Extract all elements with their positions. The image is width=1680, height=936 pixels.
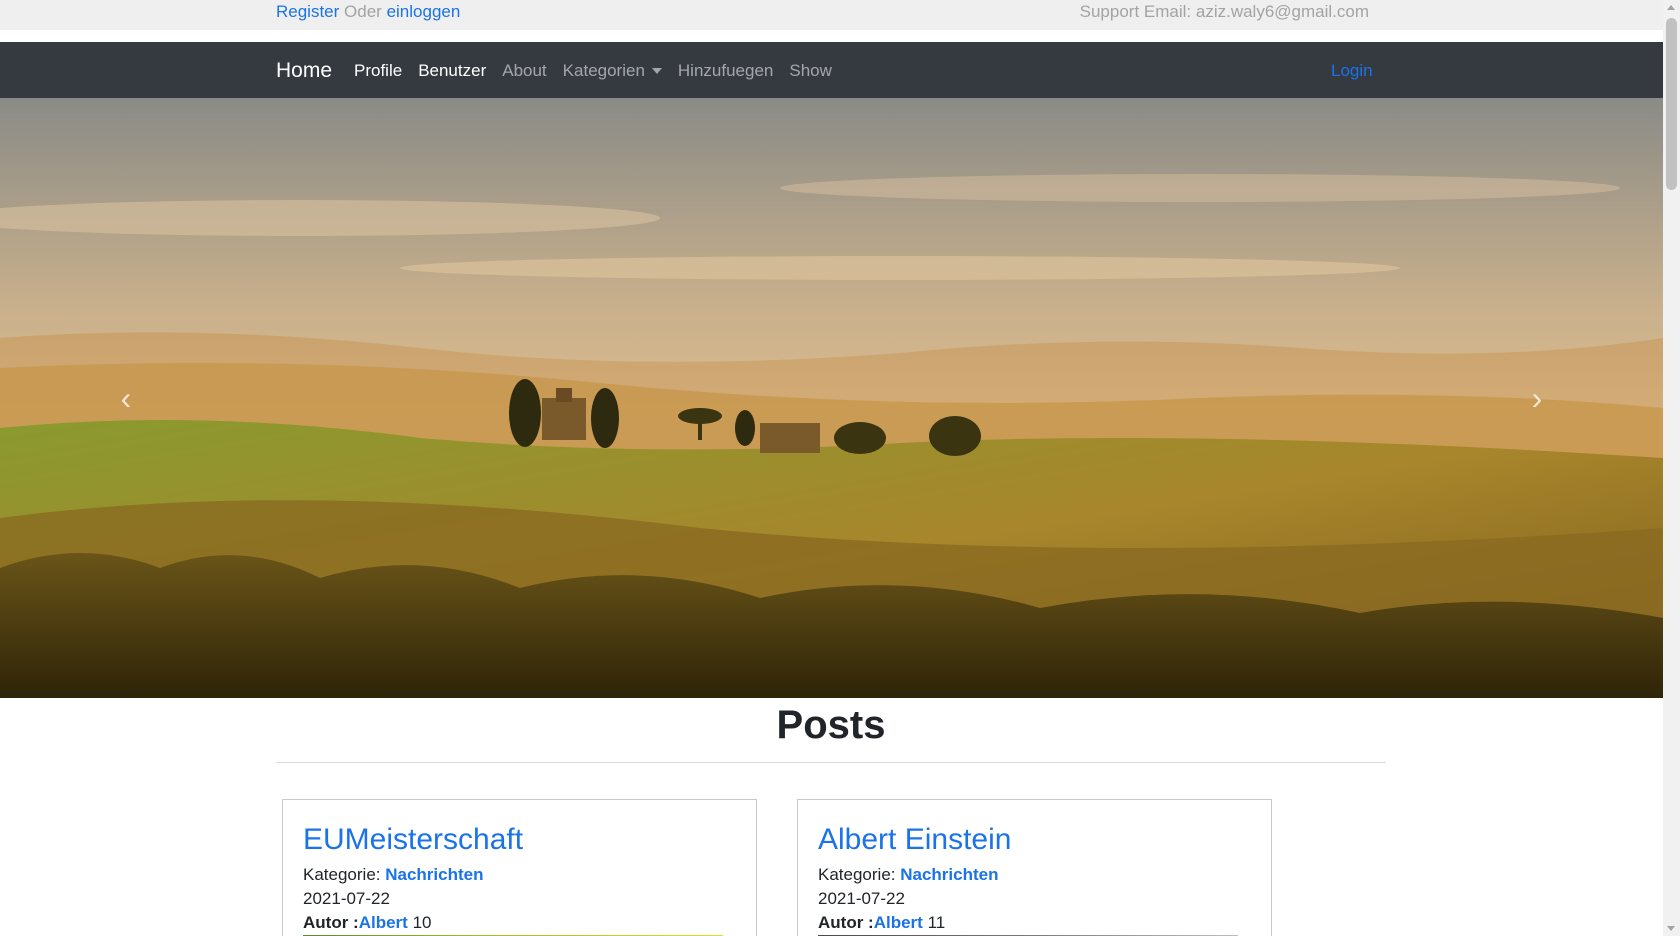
- scroll-down-arrow-icon[interactable]: [1667, 926, 1675, 931]
- chevron-right-icon: ›: [1531, 380, 1543, 416]
- category-link[interactable]: Nachrichten: [900, 865, 998, 884]
- nav-item-show[interactable]: Show: [789, 59, 832, 83]
- category-link[interactable]: Nachrichten: [385, 865, 483, 884]
- main-navbar: Home Profile Benutzer About Kategorien H…: [0, 42, 1663, 98]
- nav-item-benutzer[interactable]: Benutzer: [418, 59, 486, 83]
- author-suffix: 11: [927, 913, 946, 932]
- post-card: EUMeisterschaft Kategorie: Nachrichten 2…: [282, 799, 757, 936]
- category-label: Kategorie:: [818, 865, 896, 884]
- carousel-next-button[interactable]: ›: [1522, 380, 1552, 416]
- carousel-prev-button[interactable]: ‹: [111, 380, 141, 416]
- scroll-up-arrow-icon[interactable]: [1667, 5, 1675, 10]
- einloggen-link[interactable]: einloggen: [387, 2, 461, 21]
- or-text: Oder: [344, 2, 382, 21]
- nav-item-hinzufuegen[interactable]: Hinzufuegen: [678, 59, 773, 83]
- post-card: Albert Einstein Kategorie: Nachrichten 2…: [797, 799, 1272, 936]
- register-link[interactable]: Register: [276, 2, 339, 21]
- posts-heading: Posts: [776, 703, 886, 747]
- top-utility-bar: Register Oder einloggen Support Email: a…: [0, 0, 1663, 30]
- author-label: Autor :: [818, 913, 874, 932]
- login-link[interactable]: Login: [1331, 59, 1373, 83]
- divider: [276, 762, 1386, 763]
- nav-links: Profile Benutzer About Kategorien Hinzuf…: [354, 59, 848, 83]
- nav-item-kategorien-label: Kategorien: [562, 61, 645, 80]
- post-author: Autor :Albert 11: [818, 912, 945, 934]
- author-suffix: 10: [412, 913, 432, 932]
- post-category: Kategorie: Nachrichten: [303, 864, 483, 886]
- auth-links: Register Oder einloggen: [276, 0, 460, 24]
- author-link[interactable]: Albert: [874, 913, 923, 932]
- navbar-brand-home[interactable]: Home: [276, 58, 332, 84]
- caret-down-icon: [651, 68, 662, 74]
- scrollbar-thumb[interactable]: [1666, 18, 1677, 190]
- chevron-left-icon: ‹: [120, 380, 132, 416]
- post-category: Kategorie: Nachrichten: [818, 864, 998, 886]
- landscape-image: [0, 98, 1663, 698]
- vertical-scrollbar[interactable]: [1663, 0, 1680, 936]
- author-link[interactable]: Albert: [359, 913, 408, 932]
- post-author: Autor :Albert 10: [303, 912, 432, 934]
- author-label: Autor :: [303, 913, 359, 932]
- post-title-link[interactable]: EUMeisterschaft: [303, 822, 523, 858]
- post-date: 2021-07-22: [303, 889, 390, 908]
- category-label: Kategorie:: [303, 865, 381, 884]
- nav-item-profile[interactable]: Profile: [354, 59, 402, 83]
- support-email: Support Email: aziz.waly6@gmail.com: [1079, 2, 1369, 21]
- post-title-link[interactable]: Albert Einstein: [818, 822, 1011, 858]
- nav-item-kategorien-dropdown[interactable]: Kategorien: [563, 59, 662, 83]
- post-date: 2021-07-22: [818, 889, 905, 908]
- hero-carousel: ‹ ›: [0, 98, 1663, 698]
- nav-item-about[interactable]: About: [502, 59, 546, 83]
